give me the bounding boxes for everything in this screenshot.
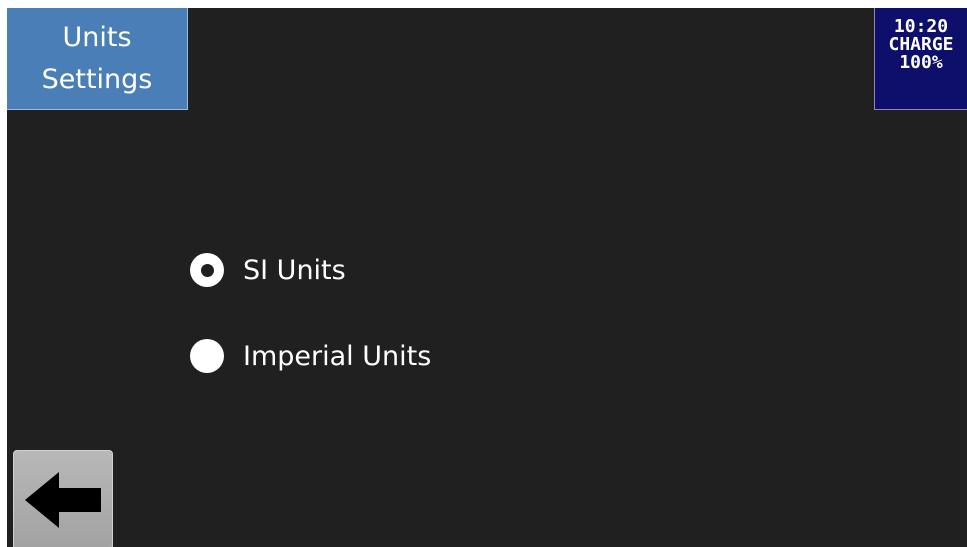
page-title: Units Settings	[7, 8, 188, 110]
back-button[interactable]	[13, 450, 113, 547]
device-screen: Units Settings 10:20 CHARGE 100% SI Unit…	[7, 8, 967, 547]
radio-option-imperial-units[interactable]: Imperial Units	[190, 336, 431, 376]
radio-option-si-units[interactable]: SI Units	[190, 250, 431, 290]
units-radio-group: SI Units Imperial Units	[190, 250, 431, 422]
radio-selected-dot	[200, 263, 214, 277]
page-title-line1: Units	[62, 21, 132, 53]
charge-value: 100%	[899, 52, 943, 73]
radio-label-imperial-units: Imperial Units	[243, 340, 432, 372]
status-panel: 10:20 CHARGE 100%	[874, 8, 967, 110]
radio-label-si-units: SI Units	[243, 254, 346, 286]
page-title-line2: Settings	[41, 63, 153, 95]
arrow-left-icon	[25, 472, 101, 528]
radio-button-si-units[interactable]	[190, 253, 224, 287]
radio-button-imperial-units[interactable]	[190, 339, 224, 373]
